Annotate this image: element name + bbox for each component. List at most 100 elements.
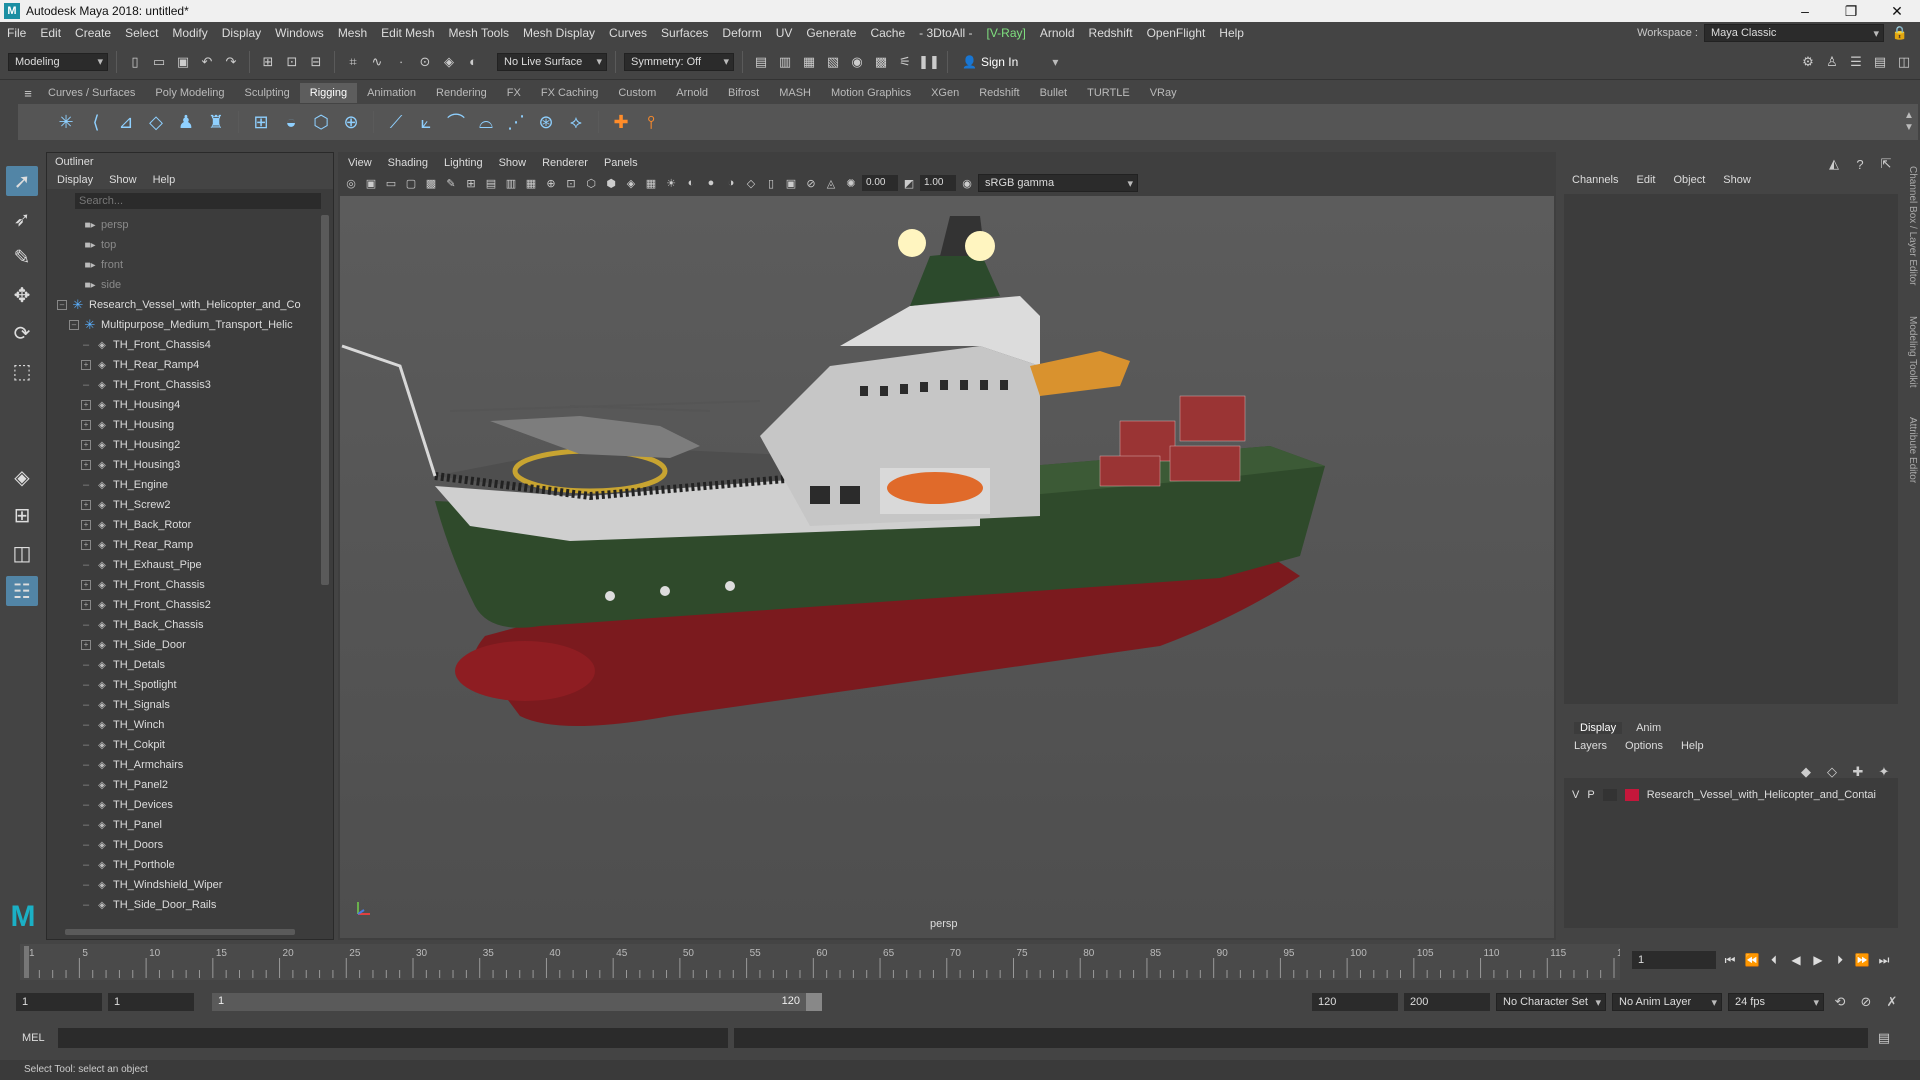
research-vessel-model[interactable]: [340, 196, 1554, 938]
menu-modify[interactable]: Modify: [165, 26, 214, 40]
outliner-item[interactable]: – ◈ TH_Front_Chassis4: [47, 335, 319, 355]
save-scene-icon[interactable]: ▣: [173, 52, 193, 72]
layer-playback-toggle[interactable]: P: [1587, 789, 1594, 801]
shadows-icon[interactable]: ◐: [682, 174, 700, 192]
safe-action-icon[interactable]: ⊡: [562, 174, 580, 192]
step-back-key-icon[interactable]: ⏪: [1744, 950, 1760, 970]
wrap-icon[interactable]: ⊛: [534, 110, 558, 134]
layer-menu-options[interactable]: Options: [1625, 740, 1663, 752]
select-tool-icon[interactable]: ➚: [6, 166, 38, 196]
smooth-skin-icon[interactable]: ◒: [279, 110, 303, 134]
resolution-gate-icon[interactable]: ▥: [502, 174, 520, 192]
outliner-layout-icon[interactable]: ☷: [6, 576, 38, 606]
textured-icon[interactable]: ▦: [642, 174, 660, 192]
side-tab-attribute-editor[interactable]: Attribute Editor: [1907, 417, 1918, 483]
menu-v-ray[interactable]: [V-Ray]: [980, 26, 1033, 40]
motion-blur-icon[interactable]: ◑: [722, 174, 740, 192]
smooth-shade-icon[interactable]: ⬢: [602, 174, 620, 192]
menu-create[interactable]: Create: [68, 26, 118, 40]
color-space-dropdown[interactable]: sRGB gamma: [978, 174, 1138, 192]
sculpt-deformer-icon[interactable]: ⟡: [564, 110, 588, 134]
outliner-item[interactable]: – ◈ TH_Front_Chassis3: [47, 375, 319, 395]
attribute-editor-icon[interactable]: ☰: [1846, 52, 1866, 72]
menu-uv[interactable]: UV: [769, 26, 800, 40]
channel-menu-edit[interactable]: Edit: [1636, 174, 1655, 186]
close-button[interactable]: ✕: [1874, 3, 1920, 20]
outliner-item[interactable]: – ◈ TH_Exhaust_Pipe: [47, 555, 319, 575]
layer-tab-anim[interactable]: Anim: [1636, 722, 1661, 734]
outliner-camera-front[interactable]: ■▸ front: [47, 255, 319, 275]
expand-toggle[interactable]: +: [81, 580, 91, 590]
menu-mesh-tools[interactable]: Mesh Tools: [442, 26, 516, 40]
mel-label[interactable]: MEL: [22, 1032, 52, 1044]
menu-deform[interactable]: Deform: [715, 26, 768, 40]
wire-icon[interactable]: ⌓: [474, 110, 498, 134]
menu-set-dropdown[interactable]: Modeling: [8, 52, 108, 71]
select-component-icon[interactable]: ⊟: [306, 52, 326, 72]
camera-select-icon[interactable]: ◎: [342, 174, 360, 192]
outliner-item[interactable]: – ◈ TH_Panel2: [47, 775, 319, 795]
viewport-menu-renderer[interactable]: Renderer: [542, 157, 588, 169]
pause-icon[interactable]: ❚❚: [918, 52, 940, 72]
shelf-tab-fx-caching[interactable]: FX Caching: [531, 83, 608, 103]
menu-3dtoall[interactable]: - 3DtoAll -: [912, 26, 979, 40]
outliner-item[interactable]: + ◈ TH_Front_Chassis2: [47, 595, 319, 615]
four-view-layout-icon[interactable]: ⊞: [6, 500, 38, 530]
menu-edit-mesh[interactable]: Edit Mesh: [374, 26, 441, 40]
menu-surfaces[interactable]: Surfaces: [654, 26, 715, 40]
shelf-tab-curves-surfaces[interactable]: Curves / Surfaces: [38, 83, 145, 103]
step-back-frame-icon[interactable]: ⏴: [1766, 950, 1782, 970]
outliner-item[interactable]: + ◈ TH_Front_Chassis: [47, 575, 319, 595]
side-tab-modeling-toolkit[interactable]: Modeling Toolkit: [1907, 316, 1918, 388]
shelf-tab-mash[interactable]: MASH: [769, 83, 821, 103]
outliner-menu-display[interactable]: Display: [57, 174, 93, 186]
menu-display[interactable]: Display: [215, 26, 268, 40]
playback-end-field[interactable]: 120: [1312, 993, 1398, 1011]
anim-prefs-icon[interactable]: ✗: [1882, 992, 1902, 1012]
display-layer-row[interactable]: V P Research_Vessel_with_Helicopter_and_…: [1564, 786, 1898, 804]
outliner-item[interactable]: – ◈ TH_Spotlight: [47, 675, 319, 695]
expand-toggle[interactable]: +: [81, 440, 91, 450]
hypershade-icon[interactable]: ◉: [847, 52, 867, 72]
outliner-item[interactable]: – ◈ TH_Engine: [47, 475, 319, 495]
snap-surface-icon[interactable]: ◈: [439, 52, 459, 72]
animation-end-field[interactable]: 200: [1404, 993, 1490, 1011]
menu-curves[interactable]: Curves: [602, 26, 654, 40]
outliner-item[interactable]: – ◈ TH_Cokpit: [47, 735, 319, 755]
mel-input[interactable]: [58, 1028, 728, 1048]
open-scene-icon[interactable]: ▭: [149, 52, 169, 72]
outliner-vertical-scrollbar[interactable]: [321, 215, 329, 585]
shelf-menu-icon[interactable]: ≡: [18, 83, 38, 103]
two-view-layout-icon[interactable]: ◫: [6, 538, 38, 568]
lasso-tool-icon[interactable]: ➶: [6, 204, 38, 234]
outliner-root-group[interactable]: – ✳ Research_Vessel_with_Helicopter_and_Co: [47, 295, 319, 315]
create-joint-icon[interactable]: ✳: [54, 110, 78, 134]
outliner-item[interactable]: + ◈ TH_Rear_Ramp: [47, 535, 319, 555]
play-forward-icon[interactable]: ▶: [1810, 950, 1826, 970]
scale-tool-icon[interactable]: ⬚: [6, 356, 38, 386]
shelf-tab-redshift[interactable]: Redshift: [969, 83, 1029, 103]
expand-toggle[interactable]: +: [81, 400, 91, 410]
expand-toggle[interactable]: +: [81, 360, 91, 370]
time-ruler[interactable]: 1 5 10 15 20 25 30 35 40 45 50 55 60 65 70 75 80 85 90 95 10…: [20, 944, 1634, 980]
current-time-indicator[interactable]: [24, 946, 29, 978]
shelf-tab-rendering[interactable]: Rendering: [426, 83, 497, 103]
shelf-tab-turtle[interactable]: TURTLE: [1077, 83, 1140, 103]
select-hierarchy-icon[interactable]: ⊞: [258, 52, 278, 72]
go-to-start-icon[interactable]: ⏮: [1722, 950, 1738, 970]
snap-grid-icon[interactable]: ⌗: [343, 52, 363, 72]
shelf-tab-xgen[interactable]: XGen: [921, 83, 969, 103]
lattice-icon[interactable]: ⬡: [309, 110, 333, 134]
xray-active-icon[interactable]: ◬: [822, 174, 840, 192]
new-scene-icon[interactable]: ▯: [125, 52, 145, 72]
live-surface-field[interactable]: No Live Surface: [497, 52, 607, 71]
play-backward-icon[interactable]: ◀: [1788, 950, 1804, 970]
outliner-item[interactable]: – ◈ TH_Porthole: [47, 855, 319, 875]
insert-joint-icon[interactable]: ⟨: [84, 110, 108, 134]
film-gate-icon[interactable]: ▤: [482, 174, 500, 192]
expand-toggle[interactable]: +: [81, 500, 91, 510]
channel-box-icon[interactable]: ◫: [1894, 52, 1914, 72]
menu-windows[interactable]: Windows: [268, 26, 331, 40]
vray-ipr-icon[interactable]: ⚟: [895, 52, 915, 72]
cluster-icon[interactable]: ⊕: [339, 110, 363, 134]
